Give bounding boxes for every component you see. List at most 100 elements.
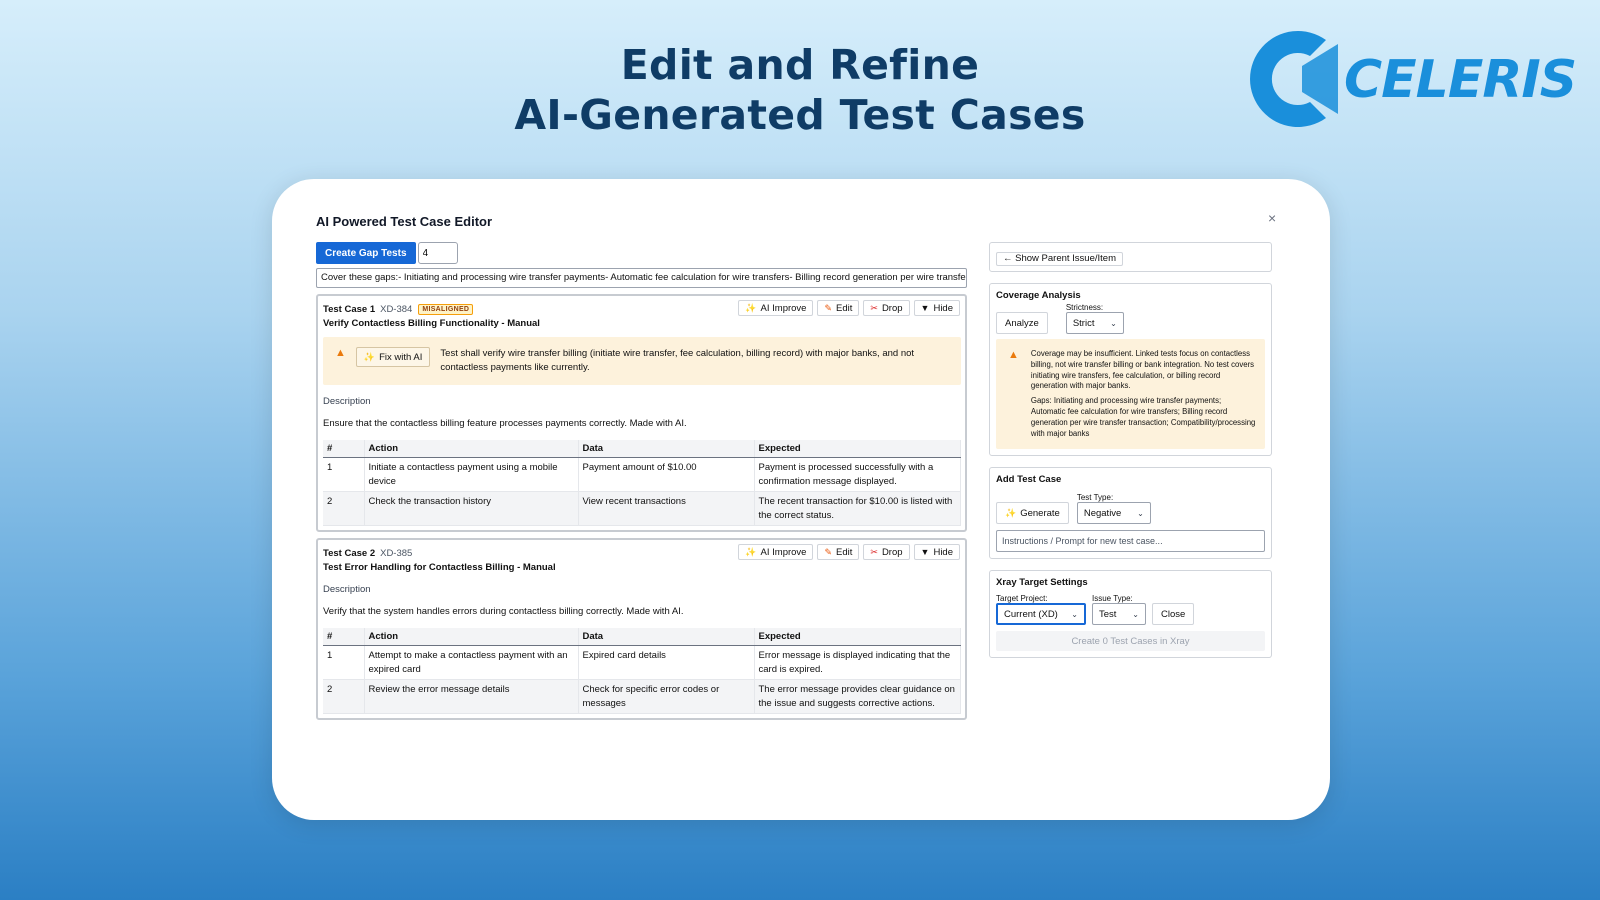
drop-button[interactable]: ✂ Drop xyxy=(863,544,910,560)
edit-button[interactable]: ✎ Edit xyxy=(817,300,860,316)
celeris-logo: CELERIS xyxy=(1240,26,1577,136)
fix-with-ai-label: Fix with AI xyxy=(379,351,423,363)
gap-count-input[interactable] xyxy=(417,242,458,264)
triangle-down-icon: ▼ xyxy=(920,302,930,313)
triangle-down-icon: ▼ xyxy=(920,546,930,557)
xray-panel: Xray Target Settings Target Project: Cur… xyxy=(989,570,1272,659)
step-data: Payment amount of $10.00 xyxy=(578,457,755,492)
steps-table: # Action Data Expected 1 Initiate a cont… xyxy=(323,440,961,526)
show-parent-button[interactable]: ← Show Parent Issue/Item xyxy=(996,251,1123,266)
table-row: 1 Initiate a contactless payment using a… xyxy=(323,457,961,492)
hide-button[interactable]: ▼ Hide xyxy=(913,300,960,316)
hide-button[interactable]: ▼ Hide xyxy=(913,544,960,560)
warning-icon: ▲ xyxy=(335,347,346,359)
test-case-key[interactable]: XD-384 xyxy=(380,304,412,315)
target-project-select[interactable]: Current (XD) ⌄ xyxy=(996,603,1086,626)
ai-improve-button[interactable]: ✨ AI Improve xyxy=(738,300,814,316)
strictness-select[interactable]: Strict ⌄ xyxy=(1065,312,1124,334)
issue-type-value: Test xyxy=(1099,608,1117,620)
coverage-gaps-text: Gaps: Initiating and processing wire tra… xyxy=(1030,396,1256,438)
sparkles-icon: ✨ xyxy=(1005,507,1017,518)
chevron-down-icon: ⌄ xyxy=(1132,609,1139,619)
close-icon[interactable]: × xyxy=(1268,210,1276,226)
col-header-number: # xyxy=(323,628,365,646)
col-header-data: Data xyxy=(578,628,755,646)
test-case-card: Test Case 1 XD-384 MISALIGNED ✨ AI Improv… xyxy=(316,294,967,532)
step-data: Expired card details xyxy=(578,645,755,680)
step-expected: Error message is displayed indicating th… xyxy=(754,645,961,680)
strictness-value: Strict xyxy=(1072,317,1095,329)
col-header-action: Action xyxy=(364,628,579,646)
ai-improve-label: AI Improve xyxy=(760,302,807,314)
col-header-expected: Expected xyxy=(754,628,961,646)
test-case-key[interactable]: XD-385 xyxy=(380,548,412,559)
chevron-down-icon: ⌄ xyxy=(1110,318,1117,328)
step-action: Review the error message details xyxy=(364,679,579,714)
pencil-icon: ✎ xyxy=(824,546,833,557)
target-project-value: Current (XD) xyxy=(1004,608,1058,620)
chevron-down-icon: ⌄ xyxy=(1071,609,1078,619)
col-header-expected: Expected xyxy=(754,440,961,458)
hide-label: Hide xyxy=(933,546,953,558)
pencil-icon: ✎ xyxy=(824,302,833,313)
step-number: 2 xyxy=(323,491,365,526)
step-number: 1 xyxy=(323,457,365,492)
target-project-label: Target Project: xyxy=(996,594,1048,604)
generate-button[interactable]: ✨ Generate xyxy=(996,502,1069,525)
warning-icon: ▲ xyxy=(1008,349,1019,361)
close-button[interactable]: Close xyxy=(1152,603,1195,626)
step-action: Initiate a contactless payment using a m… xyxy=(364,457,579,492)
add-test-title: Add Test Case xyxy=(996,474,1062,486)
analyze-button[interactable]: Analyze xyxy=(996,312,1048,334)
test-type-label: Test Type: xyxy=(1076,493,1114,503)
editor-modal: AI Powered Test Case Editor × Create Gap… xyxy=(272,179,1330,820)
sparkles-icon: ✨ xyxy=(363,351,376,362)
table-row: 2 Review the error message details Check… xyxy=(323,679,961,714)
create-gap-tests-button[interactable]: Create Gap Tests xyxy=(316,242,416,264)
col-header-data: Data xyxy=(578,440,755,458)
fix-with-ai-button[interactable]: ✨ Fix with AI xyxy=(355,347,431,367)
create-in-xray-button[interactable]: Create 0 Test Cases in Xray xyxy=(996,631,1265,652)
ai-improve-label: AI Improve xyxy=(760,546,807,558)
chevron-down-icon: ⌄ xyxy=(1137,508,1144,518)
edit-button[interactable]: ✎ Edit xyxy=(817,544,860,560)
step-data: View recent transactions xyxy=(578,491,755,526)
test-case-number: Test Case 2 xyxy=(323,547,376,559)
gap-test-row: Create Gap Tests xyxy=(316,242,967,264)
table-row: 1 Attempt to make a contactless payment … xyxy=(323,645,961,680)
issue-type-label: Issue Type: xyxy=(1092,594,1133,604)
gaps-prompt-input[interactable]: Cover these gaps:- Initiating and proces… xyxy=(316,268,967,288)
sparkles-icon: ✨ xyxy=(745,546,757,557)
test-case-actions: ✨ AI Improve ✎ Edit ✂ Drop ▼ Hide xyxy=(738,544,960,560)
coverage-warning-text: Coverage may be insufficient. Linked tes… xyxy=(1030,349,1255,391)
xray-title: Xray Target Settings xyxy=(996,577,1088,589)
logo-text: CELERIS xyxy=(1344,50,1577,110)
table-row: 2 Check the transaction history View rec… xyxy=(323,491,961,526)
col-header-action: Action xyxy=(364,440,579,458)
prompt-input[interactable]: Instructions / Prompt for new test case.… xyxy=(996,530,1265,553)
test-case-title: Test Error Handling for Contactless Bill… xyxy=(323,562,556,573)
coverage-panel: Coverage Analysis Analyze Strictness: St… xyxy=(989,283,1272,457)
coverage-title: Coverage Analysis xyxy=(996,290,1081,301)
sidebar: ← Show Parent Issue/Item Coverage Analys… xyxy=(989,242,1272,669)
step-expected: The error message provides clear guidanc… xyxy=(754,679,961,714)
step-number: 2 xyxy=(323,679,365,714)
test-case-card: Test Case 2 XD-385 ✨ AI Improve ✎ Edit ✂ Dr… xyxy=(316,538,967,720)
hide-label: Hide xyxy=(933,302,953,314)
add-test-panel: Add Test Case ✨ Generate Test Type: Negat… xyxy=(989,467,1272,560)
misaligned-badge: MISALIGNED xyxy=(418,303,474,315)
coverage-warning: ▲ Coverage may be insufficient. Linked t… xyxy=(996,339,1265,450)
editor-title: AI Powered Test Case Editor xyxy=(316,214,493,229)
edit-label: Edit xyxy=(836,302,853,314)
generate-label: Generate xyxy=(1020,507,1060,519)
issue-type-select[interactable]: Test ⌄ xyxy=(1092,603,1146,626)
sparkles-icon: ✨ xyxy=(745,302,757,313)
description-label: Description xyxy=(323,396,371,407)
warning-text: Test shall verify wire transfer billing … xyxy=(440,348,915,373)
description-text: Ensure that the contactless billing feat… xyxy=(323,418,687,429)
ai-improve-button[interactable]: ✨ AI Improve xyxy=(738,544,814,560)
scissors-icon: ✂ xyxy=(870,302,878,313)
drop-button[interactable]: ✂ Drop xyxy=(863,300,910,316)
step-action: Check the transaction history xyxy=(364,491,579,526)
test-type-select[interactable]: Negative ⌄ xyxy=(1076,502,1151,525)
